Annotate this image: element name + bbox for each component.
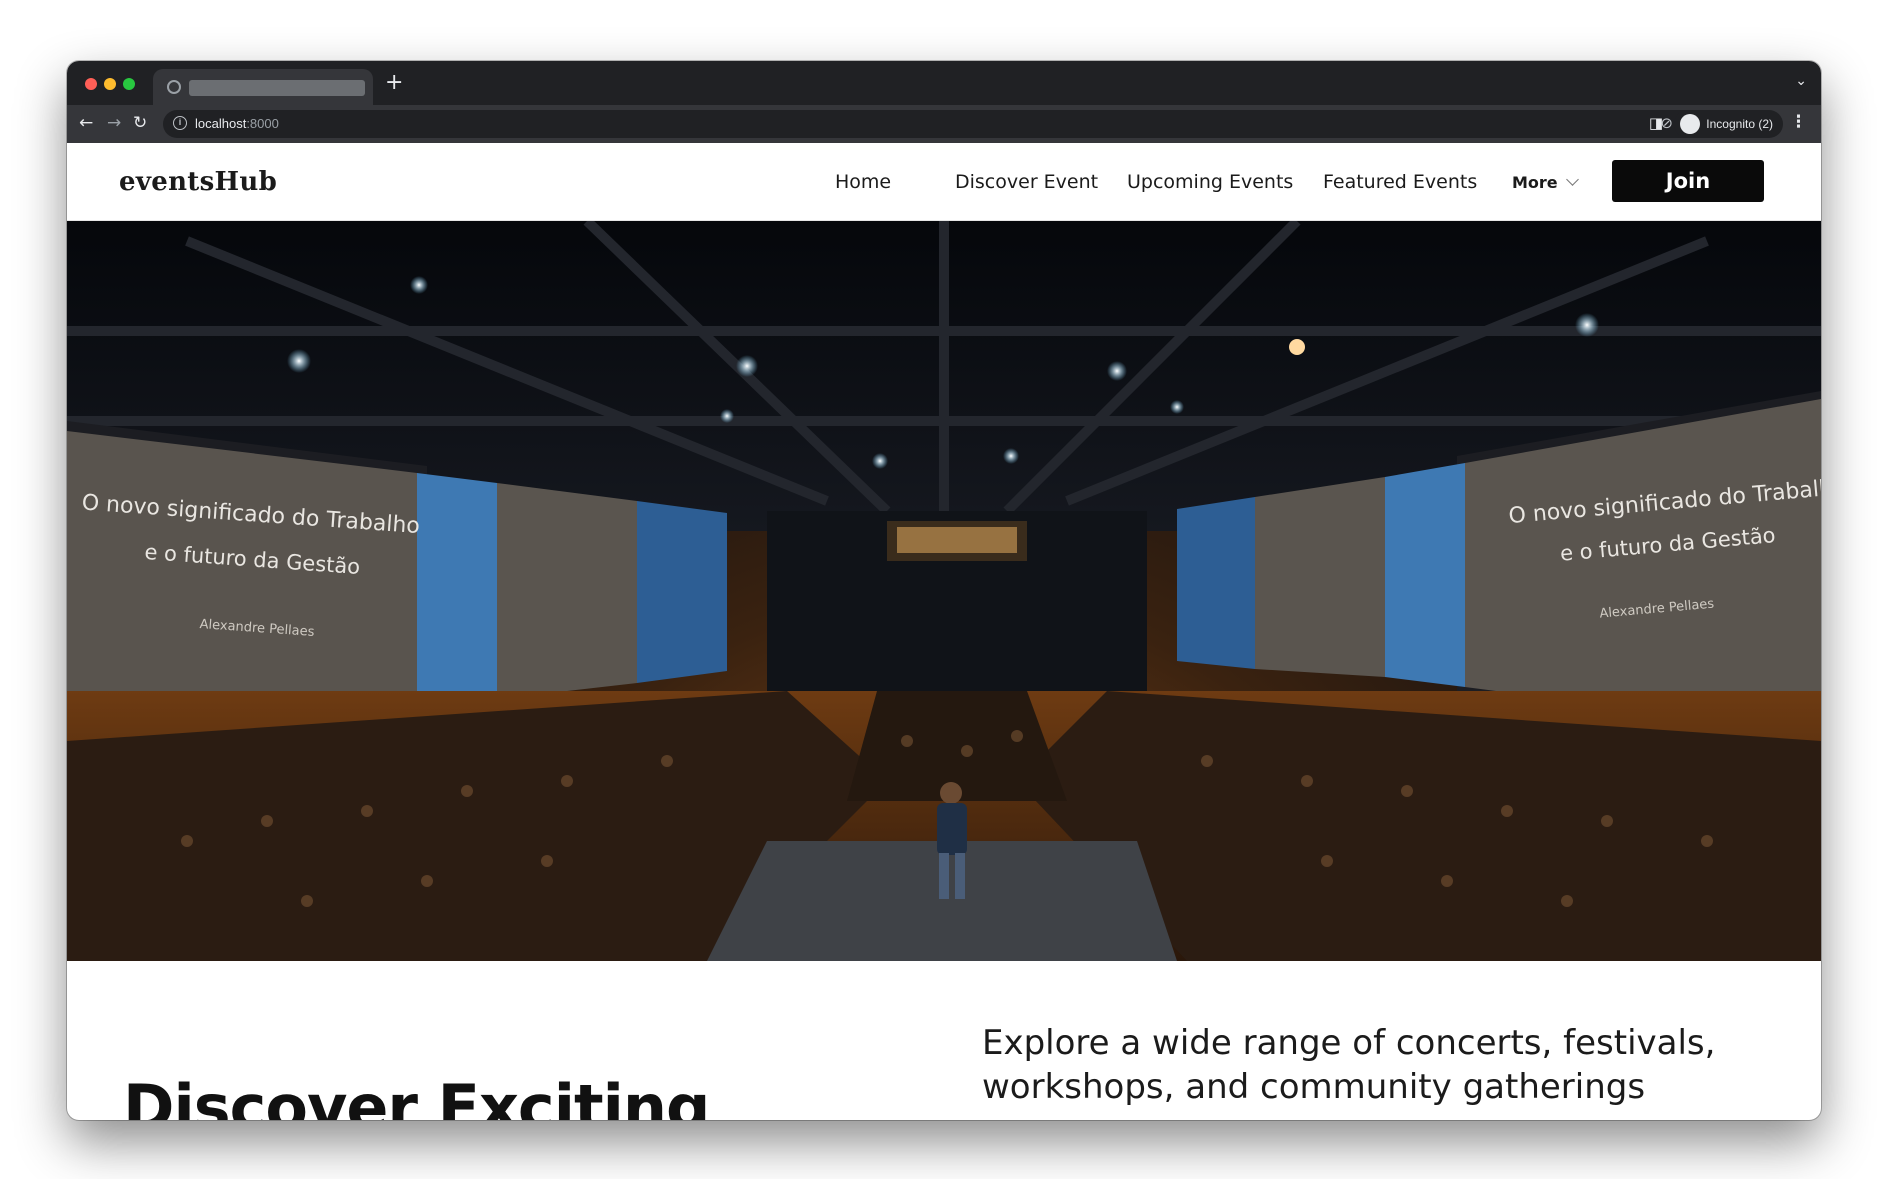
chevron-down-icon <box>1565 173 1579 186</box>
browser-tab[interactable] <box>153 69 373 105</box>
join-button[interactable]: Join <box>1612 160 1764 202</box>
address-bar[interactable]: i localhost:8000 ⊘ ☆ <box>163 110 1713 138</box>
tab-search-icon[interactable]: ⌄ <box>1795 73 1807 89</box>
nav-discover-event[interactable]: Discover Event <box>955 171 1098 193</box>
incognito-label: Incognito (2) <box>1706 117 1773 131</box>
info-icon[interactable]: i <box>173 116 187 130</box>
new-tab-button[interactable]: + <box>385 70 403 95</box>
nav-upcoming-events[interactable]: Upcoming Events <box>1127 171 1293 193</box>
site-logo[interactable]: eventsHub <box>119 167 277 197</box>
site-header: eventsHub Home Discover Event Upcoming E… <box>67 143 1821 221</box>
back-icon[interactable]: ← <box>79 112 93 134</box>
globe-icon <box>167 80 181 94</box>
minimize-window-button[interactable] <box>104 78 116 90</box>
maximize-window-button[interactable] <box>123 78 135 90</box>
incognito-icon <box>1680 114 1701 134</box>
url-port: :8000 <box>246 116 279 131</box>
url-text[interactable]: localhost:8000 <box>195 116 279 131</box>
tab-strip: + ⌄ <box>67 61 1821 105</box>
browser-window: + ⌄ ← → ↻ i localhost:8000 ⊘ ☆ ◨ Incogni… <box>67 61 1821 1120</box>
forward-icon[interactable]: → <box>107 112 121 134</box>
hero-photo: O novo significado do Trabalho e o futur… <box>67 221 1821 961</box>
page-headline: Discover Exciting <box>123 1071 710 1120</box>
nav-more-label: More <box>1512 173 1558 192</box>
reload-icon[interactable]: ↻ <box>133 112 147 134</box>
tab-title <box>189 80 365 96</box>
intro-paragraph: Explore a wide range of concerts, festiv… <box>982 1023 1716 1107</box>
browser-toolbar: ← → ↻ i localhost:8000 ⊘ ☆ ◨ Incognito (… <box>67 105 1821 143</box>
url-host: localhost <box>195 116 247 131</box>
nav-home[interactable]: Home <box>835 171 891 193</box>
sidepanel-icon[interactable]: ◨ <box>1649 112 1663 134</box>
nav-featured-events[interactable]: Featured Events <box>1323 171 1477 193</box>
hero-image: O novo significado do Trabalho e o futur… <box>67 221 1821 961</box>
close-window-button[interactable] <box>85 78 97 90</box>
kebab-icon[interactable]: ⋮ <box>1790 112 1807 132</box>
incognito-profile-button[interactable]: Incognito (2) <box>1674 110 1783 138</box>
nav-more-dropdown[interactable]: More <box>1512 173 1579 192</box>
